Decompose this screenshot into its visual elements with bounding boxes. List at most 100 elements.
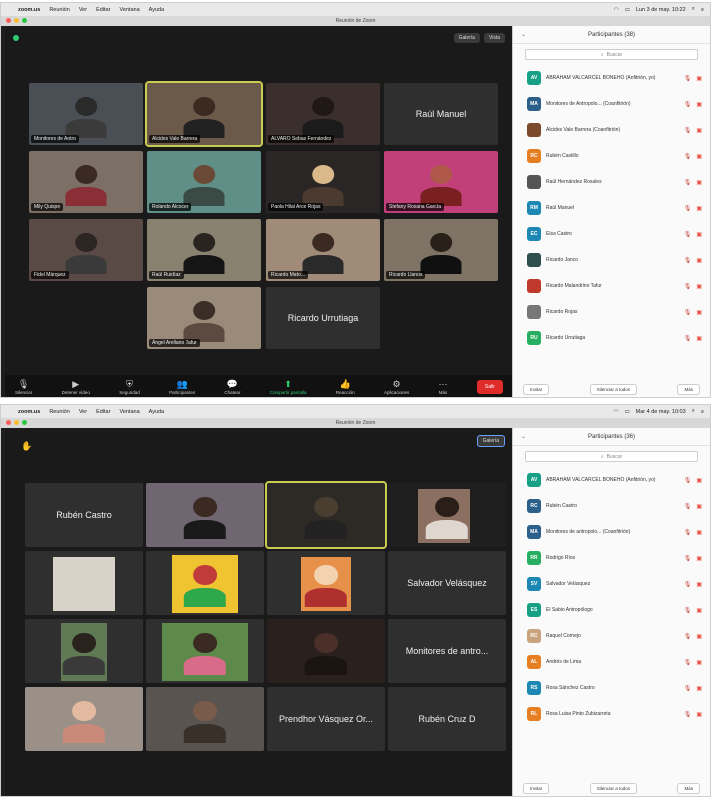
video-tile[interactable]	[146, 687, 264, 751]
microphone-muted-icon[interactable]: 🎙	[684, 555, 692, 562]
camera-off-icon[interactable]: ▣	[696, 659, 702, 666]
participant-row[interactable]: Alcides Vale Barrera (Coanfitrión) 🎙 ▣	[513, 117, 710, 143]
participant-row[interactable]: ES El Sabio Antropólogo 🎙 ▣	[513, 597, 710, 623]
panel-more-button[interactable]: Más	[677, 783, 700, 794]
participant-row[interactable]: RU Ricardo Urrutiaga 🎙 ▣	[513, 325, 710, 351]
video-tile-no-video[interactable]: Salvador Velásquez	[388, 551, 506, 615]
menu-item-edit[interactable]: Editar	[96, 409, 110, 415]
participants-button[interactable]: 👥 Participantes	[169, 379, 195, 395]
participant-row[interactable]: MA Monitores de Antropolo... (Coanfitrión…	[513, 91, 710, 117]
video-tile[interactable]: Ricardo Mato...	[266, 219, 380, 281]
video-tile-no-video[interactable]: Rubén Castro	[25, 483, 143, 547]
control-center-icon[interactable]: ≡	[701, 7, 704, 13]
encryption-shield-icon[interactable]	[13, 35, 19, 41]
microphone-muted-icon[interactable]: 🎙	[684, 607, 692, 614]
microphone-muted-icon[interactable]: 🎙	[684, 581, 692, 588]
menu-item-window[interactable]: Ventana	[119, 409, 139, 415]
zoom-window-icon[interactable]	[22, 420, 27, 425]
video-tile[interactable]	[267, 551, 385, 615]
view-gallery-button[interactable]: Galería	[453, 33, 480, 43]
video-tile[interactable]	[146, 619, 264, 683]
camera-off-icon[interactable]: ▣	[696, 205, 702, 212]
participant-row[interactable]: AV ABRAHAM VALCÁRCEL BONEHO (Anfitrión, y…	[513, 467, 710, 493]
microphone-muted-icon[interactable]: 🎙	[684, 685, 692, 692]
more-button[interactable]: ⋯ Más	[439, 379, 448, 395]
camera-off-icon[interactable]: ▣	[696, 711, 702, 718]
video-tile-speaking[interactable]: Alcides Vale Barrera	[145, 81, 263, 147]
participant-row[interactable]: SV Salvador Velásquez 🎙 ▣	[513, 571, 710, 597]
microphone-muted-icon[interactable]: 🎙	[684, 257, 692, 264]
camera-off-icon[interactable]: ▣	[696, 309, 702, 316]
video-tile[interactable]: Mily Quispe	[29, 151, 143, 213]
camera-off-icon[interactable]: ▣	[696, 101, 702, 108]
microphone-muted-icon[interactable]: 🎙	[684, 309, 692, 316]
share-screen-button[interactable]: ⬆ Compartir pantalla	[270, 379, 307, 395]
menu-item-help[interactable]: Ayuda	[149, 7, 165, 13]
participant-row[interactable]: EC Elsa Castro 🎙 ▣	[513, 221, 710, 247]
minimize-icon[interactable]	[14, 18, 19, 23]
camera-off-icon[interactable]: ▣	[696, 231, 702, 238]
participant-row[interactable]: RC Raquel Cornejo 🎙 ▣	[513, 623, 710, 649]
menubar-clock[interactable]: Mar 4 de may. 10:03	[636, 409, 686, 415]
microphone-muted-icon[interactable]: 🎙	[684, 711, 692, 718]
camera-off-icon[interactable]: ▣	[696, 257, 702, 264]
microphone-muted-icon[interactable]: 🎙	[684, 477, 692, 484]
mute-button[interactable]: 🎙 Silenciar	[15, 379, 32, 395]
wifi-icon[interactable]: ◠	[614, 409, 619, 415]
video-tile[interactable]	[146, 551, 264, 615]
microphone-muted-icon[interactable]: 🎙	[684, 633, 692, 640]
microphone-muted-icon[interactable]: 🎙	[684, 75, 692, 82]
microphone-muted-icon[interactable]: 🎙	[684, 503, 692, 510]
wifi-icon[interactable]: ◠	[614, 7, 619, 13]
participant-row[interactable]: AV ABRAHAM VALCÁRCEL BONEHO (Anfitrión, y…	[513, 65, 710, 91]
search-icon[interactable]: ⌕	[692, 408, 695, 415]
camera-off-icon[interactable]: ▣	[696, 283, 702, 290]
video-tile[interactable]: ALVARO Sebas Fernández	[266, 83, 380, 145]
video-tile[interactable]	[146, 483, 264, 547]
close-icon[interactable]	[6, 420, 11, 425]
video-tile-no-video[interactable]: Prendhor Vásquez Or...	[267, 687, 385, 751]
video-tile[interactable]: Ángel Arellano Tafur	[147, 287, 261, 349]
menubar-clock[interactable]: Lun 3 de may. 10:22	[636, 7, 686, 13]
video-tile-speaking[interactable]	[265, 481, 387, 549]
video-tile[interactable]: Ricardo Llanos	[384, 219, 498, 281]
participant-row[interactable]: RR Rodrigo Ríos 🎙 ▣	[513, 545, 710, 571]
participant-row[interactable]: RM Raúl Manuel 🎙 ▣	[513, 195, 710, 221]
mute-all-button[interactable]: Silenciar a todos	[589, 783, 638, 794]
video-tile-no-video[interactable]: Rubén Cruz D	[388, 687, 506, 751]
camera-off-icon[interactable]: ▣	[696, 477, 702, 484]
video-tile-no-video[interactable]: Monitores de antro...	[388, 619, 506, 683]
reactions-button[interactable]: 👍 Reacción	[336, 379, 355, 395]
participant-row[interactable]: Ricardo Rojas 🎙 ▣	[513, 299, 710, 325]
minimize-icon[interactable]	[14, 420, 19, 425]
control-center-icon[interactable]: ≡	[701, 409, 704, 415]
microphone-muted-icon[interactable]: 🎙	[684, 231, 692, 238]
video-tile[interactable]	[25, 551, 143, 615]
panel-more-button[interactable]: Más	[677, 384, 700, 395]
menu-item-view[interactable]: Ver	[79, 7, 87, 13]
video-tile[interactable]: Raúl Ruidíaz	[147, 219, 261, 281]
video-tile[interactable]: Stefany Roxana García	[384, 151, 498, 213]
camera-off-icon[interactable]: ▣	[696, 503, 702, 510]
video-tile-no-video[interactable]: Raúl Manuel	[384, 83, 498, 145]
battery-icon[interactable]: ▭	[624, 409, 629, 415]
invite-button[interactable]: Invitar	[523, 384, 550, 395]
participant-search-input[interactable]: ⌕ Buscar	[525, 49, 698, 60]
close-icon[interactable]	[6, 18, 11, 23]
chat-button[interactable]: 💬 Chatear	[224, 379, 240, 395]
video-tile[interactable]	[25, 619, 143, 683]
mute-all-button[interactable]: Silenciar a todos	[589, 384, 638, 395]
video-tile[interactable]: Fidel Márquez	[29, 219, 143, 281]
participant-row[interactable]: Ricardo Janco 🎙 ▣	[513, 247, 710, 273]
video-tile[interactable]: Rolando Alcocer	[147, 151, 261, 213]
participant-row[interactable]: RL Rosa Luisa Pinto Zubizarreta 🎙 ▣	[513, 701, 710, 727]
participant-row[interactable]: AL Andrés de Lima 🎙 ▣	[513, 649, 710, 675]
camera-off-icon[interactable]: ▣	[696, 127, 702, 134]
participant-row[interactable]: Raúl Hernández Rosales 🎙 ▣	[513, 169, 710, 195]
video-tile-no-video[interactable]: Ricardo Urrutiaga	[266, 287, 380, 349]
camera-off-icon[interactable]: ▣	[696, 529, 702, 536]
menu-app-name[interactable]: zoom.us	[18, 7, 40, 13]
microphone-muted-icon[interactable]: 🎙	[684, 127, 692, 134]
microphone-muted-icon[interactable]: 🎙	[684, 179, 692, 186]
participant-row[interactable]: MA Monitores de antropolo... (Coanfitrión…	[513, 519, 710, 545]
